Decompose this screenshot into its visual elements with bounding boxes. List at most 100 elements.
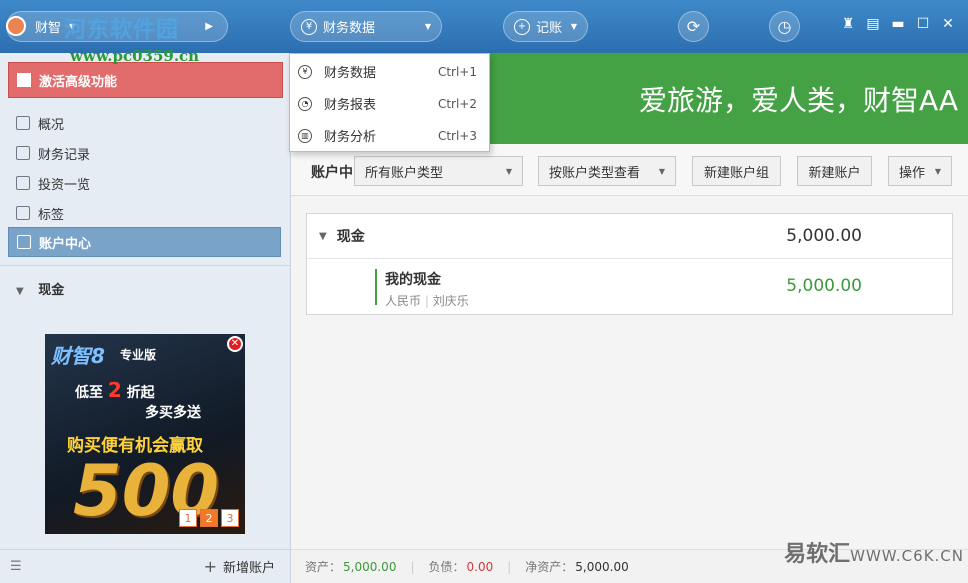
plus-icon: + [203, 557, 217, 576]
tag-icon [16, 206, 30, 220]
sidebar-item-label: 概况 [38, 117, 65, 133]
ad-edition: 专业版 [120, 348, 157, 362]
chevron-down-icon: ▼ [934, 166, 941, 176]
assets-stat: 资产： 5,000.00 [305, 560, 397, 574]
watermark-url: www.pc0359.cn [70, 47, 200, 65]
ad-page-2[interactable]: 2 [200, 509, 218, 527]
menu-item-finance-report[interactable]: ◔ 财务报表 Ctrl+2 [290, 88, 489, 119]
pie-chart-icon: ◔ [298, 96, 312, 111]
history-button[interactable]: ◷ [769, 11, 800, 42]
account-type-select[interactable]: 所有账户类型 ▼ [354, 156, 523, 186]
clock-icon: ◷ [777, 17, 792, 36]
chevron-down-icon: ▼ [319, 230, 327, 242]
sidebar-item-label: 账户中心 [39, 236, 92, 252]
chevron-down-icon: ▼ [505, 166, 512, 176]
account-type-value: 所有账户类型 [365, 165, 444, 181]
activate-premium-button[interactable]: 激活高级功能 [8, 62, 283, 98]
account-group-header[interactable]: ▼ 现金 5,000.00 [307, 214, 952, 259]
menu-item-label: 财务分析 [324, 130, 377, 145]
yuan-icon: ¥ [298, 64, 312, 79]
add-account-label: 新增账户 [222, 561, 275, 576]
account-group-panel: ▼ 现金 5,000.00 我的现金 人民币 | 刘庆乐 5,000.00 [306, 213, 953, 315]
skin-button[interactable]: ♜ [838, 16, 858, 32]
new-account-group-label: 新建账户组 [703, 165, 769, 181]
overview-icon [16, 116, 30, 130]
add-account-button[interactable]: + 新增账户 [204, 557, 275, 576]
liabilities-stat: 负债： 0.00 [428, 560, 494, 574]
sidebar-item-account-center[interactable]: 账户中心 [8, 227, 281, 257]
divider: | [507, 559, 512, 574]
chevron-down-icon: ▼ [658, 166, 665, 176]
new-account-label: 新建账户 [808, 165, 861, 181]
sidebar-item-label: 财务记录 [38, 147, 91, 163]
maximize-button[interactable]: ☐ [913, 16, 933, 32]
finance-data-button[interactable]: ¥ 财务数据 ▼ [290, 11, 442, 42]
account-group-name: 现金 [336, 229, 365, 245]
sidebar-item-label: 投资一览 [38, 177, 91, 193]
chart-icon [16, 176, 30, 190]
new-account-button[interactable]: 新建账户 [797, 156, 872, 186]
view-mode-select[interactable]: 按账户类型查看 ▼ [538, 156, 676, 186]
account-amount: 5,000.00 [786, 276, 862, 296]
watermark-site: 河东软件园 [64, 18, 180, 43]
close-icon: ✕ [942, 16, 954, 32]
sidebar-item-investments[interactable]: 投资一览 [8, 168, 281, 198]
record-label: 记账 [536, 21, 563, 36]
collapse-menu-icon[interactable]: ☰ [10, 559, 22, 574]
actions-button[interactable]: 操作 ▼ [888, 156, 952, 186]
bar-chart-icon: ▥ [298, 128, 312, 143]
ad-line2: 多买多送 [145, 405, 201, 421]
actions-label: 操作 [899, 165, 926, 181]
sync-icon: ⟳ [686, 17, 701, 36]
account-group-amount: 5,000.00 [786, 226, 862, 246]
menu-item-finance-data[interactable]: ¥ 财务数据 Ctrl+1 [290, 56, 489, 87]
chevron-down-icon: ▼ [424, 22, 431, 31]
menu-item-label: 财务数据 [324, 66, 377, 81]
upgrade-icon [17, 73, 31, 87]
ad-line1: 低至 2 折起 [75, 378, 155, 402]
account-row[interactable]: 我的现金 人民币 | 刘庆乐 [375, 269, 469, 308]
shortcut-label: Ctrl+3 [437, 128, 477, 143]
minimize-icon: ▬ [891, 16, 905, 32]
watermark-bottom: 易软汇WWW.C6K.CN [784, 542, 964, 567]
sidebar-group-cash[interactable]: ▼ 现金 [16, 279, 64, 298]
net-assets-stat: 净资产： 5,000.00 [525, 560, 629, 574]
forward-icon: ▶ [205, 21, 213, 32]
chevron-down-icon: ▼ [16, 286, 24, 297]
ad-page-1[interactable]: 1 [179, 509, 197, 527]
close-icon[interactable]: ✕ [227, 336, 243, 352]
ad-brand: 财智8 [51, 344, 105, 368]
account-name: 我的现金 [385, 272, 441, 288]
divider: | [410, 559, 415, 574]
ad-pager: 1 2 3 [179, 509, 239, 527]
plus-icon: + [514, 18, 530, 35]
promo-banner[interactable]: 财智8 专业版 低至 2 折起 多买多送 购买便有机会赢取 500 ✕ 1 2 … [45, 334, 245, 534]
menu-item-finance-analysis[interactable]: ▥ 财务分析 Ctrl+3 [290, 120, 489, 151]
activate-label: 激活高级功能 [39, 74, 118, 90]
chat-icon: ▤ [866, 16, 880, 32]
account-icon [17, 235, 31, 249]
sync-button[interactable]: ⟳ [678, 11, 709, 42]
calendar-icon [16, 146, 30, 160]
sidebar-item-records[interactable]: 财务记录 [8, 138, 281, 168]
sidebar-item-tags[interactable]: 标签 [8, 198, 281, 228]
yuan-icon: ¥ [301, 18, 317, 35]
page-title: 账户中 [311, 165, 353, 181]
divider [0, 265, 291, 266]
record-button[interactable]: + 记账 ▼ [503, 11, 588, 42]
minimize-button[interactable]: ▬ [888, 16, 908, 32]
new-account-group-button[interactable]: 新建账户组 [692, 156, 781, 186]
message-button[interactable]: ▤ [863, 16, 883, 32]
maximize-icon: ☐ [916, 16, 930, 32]
view-mode-value: 按账户类型查看 [549, 165, 641, 181]
shortcut-label: Ctrl+2 [437, 96, 477, 111]
account-meta: 人民币 | 刘庆乐 [385, 294, 469, 308]
sidebar-item-overview[interactable]: 概况 [8, 108, 281, 138]
close-button[interactable]: ✕ [938, 16, 958, 32]
sidebar-group-label: 现金 [38, 283, 65, 298]
ad-page-3[interactable]: 3 [221, 509, 239, 527]
shortcut-label: Ctrl+1 [437, 64, 477, 79]
app-label: 财智 [35, 21, 62, 36]
top-bar: 财智 ▼ ▶ 河东软件园 ¥ 财务数据 ▼ + 记账 ▼ ⟳ ◷ ♜ ▤ ▬ ☐… [0, 0, 968, 53]
chevron-down-icon: ▼ [570, 22, 577, 31]
